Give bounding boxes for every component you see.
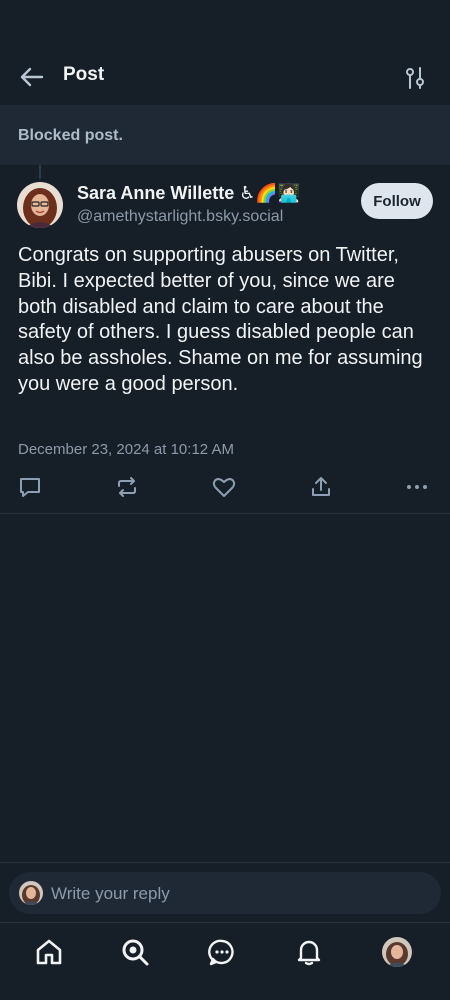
repost-icon	[118, 477, 136, 497]
tab-search[interactable]	[120, 937, 150, 967]
arrow-left-icon	[20, 67, 44, 87]
follow-button[interactable]: Follow	[361, 183, 433, 219]
user-avatar	[19, 881, 43, 905]
author-name[interactable]: Sara Anne Willette ♿🌈👩🏻‍💻	[77, 183, 300, 204]
post-timestamp: December 23, 2024 at 10:12 AM	[18, 441, 234, 458]
page-title: Post	[63, 64, 105, 85]
repost-button[interactable]	[114, 474, 140, 500]
share-icon	[312, 477, 330, 496]
tab-home[interactable]	[34, 937, 64, 967]
back-button[interactable]	[18, 63, 46, 91]
post-actions	[0, 470, 450, 502]
author-avatar[interactable]	[17, 182, 63, 228]
post-text: Congrats on supporting abusers on Twitte…	[18, 244, 423, 395]
reply-composer[interactable]: Write your reply	[9, 872, 441, 914]
more-options-button[interactable]	[404, 474, 430, 500]
tab-chat[interactable]	[207, 937, 237, 967]
home-icon	[36, 939, 62, 965]
tab-notifications[interactable]	[294, 937, 324, 967]
author-handle[interactable]: @amethystarlight.bsky.social	[77, 208, 283, 226]
reply-placeholder: Write your reply	[51, 884, 170, 903]
chat-icon	[208, 939, 234, 966]
share-button[interactable]	[308, 474, 334, 500]
like-button[interactable]	[211, 474, 237, 500]
thread-settings-button[interactable]	[402, 65, 428, 91]
blocked-post-text: Blocked post.	[18, 127, 123, 144]
heart-icon	[212, 478, 236, 497]
thread-line	[39, 165, 41, 179]
post-divider	[0, 513, 450, 514]
composer-divider	[0, 862, 450, 863]
top-header: Post	[0, 0, 450, 105]
bottom-tab-bar	[0, 923, 450, 1000]
tab-profile[interactable]	[382, 937, 412, 967]
search-icon	[122, 939, 149, 966]
reply-icon	[20, 478, 40, 497]
sliders-icon	[406, 67, 424, 89]
reply-button[interactable]	[17, 474, 43, 500]
bell-icon	[297, 940, 321, 966]
profile-avatar	[382, 937, 412, 967]
more-icon	[407, 485, 427, 489]
